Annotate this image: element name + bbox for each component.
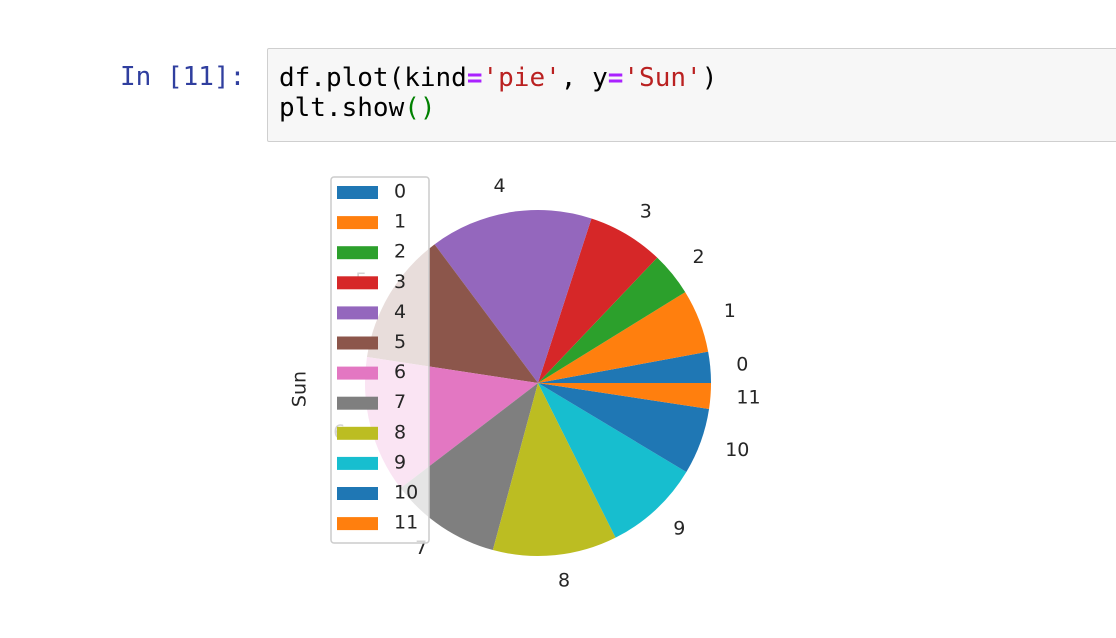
legend-swatch-0 (337, 186, 378, 199)
legend-label: 6 (394, 361, 406, 383)
pie-slice-label: 11 (736, 387, 760, 409)
legend-swatch-11 (337, 517, 378, 531)
pie-slice-label: 9 (673, 517, 685, 539)
legend-swatch-2 (337, 246, 378, 260)
legend-label: 7 (394, 391, 406, 413)
legend-swatch-6 (337, 366, 378, 380)
legend-label: 3 (394, 271, 406, 293)
legend-swatch-9 (337, 456, 378, 470)
pie-slice-label: 10 (725, 439, 749, 461)
pie-slice-label: 0 (736, 353, 748, 375)
legend-label: 11 (394, 512, 418, 534)
legend-swatch-3 (337, 276, 378, 290)
pie-slice-label: 4 (494, 175, 506, 197)
legend-label: 10 (394, 482, 418, 504)
legend-label: 1 (394, 211, 406, 233)
legend-label: 2 (394, 241, 406, 263)
legend-label: 9 (394, 451, 406, 473)
pie-chart: 01234567891011 Sun 01234567891011 (289, 175, 761, 592)
pie-slice-label: 1 (724, 300, 736, 322)
legend-swatch-8 (337, 426, 378, 440)
pie-slice-label: 2 (693, 246, 705, 268)
legend-swatch-10 (337, 487, 378, 500)
legend-label: 5 (394, 331, 406, 353)
legend-label: 8 (394, 421, 406, 443)
legend-swatch-5 (337, 336, 378, 350)
pie-slice-label: 8 (558, 570, 570, 592)
pie-slice-label: 3 (640, 201, 652, 223)
legend-swatch-1 (337, 216, 378, 230)
legend-swatch-7 (337, 396, 378, 410)
chart-legend: 0 1 2 3 4 5 6 7 8 9 10 11 (330, 176, 430, 544)
legend-label: 4 (394, 301, 406, 323)
legend-swatch-4 (337, 306, 378, 320)
y-axis-label: Sun (289, 371, 311, 407)
legend-label: 0 (394, 181, 406, 203)
